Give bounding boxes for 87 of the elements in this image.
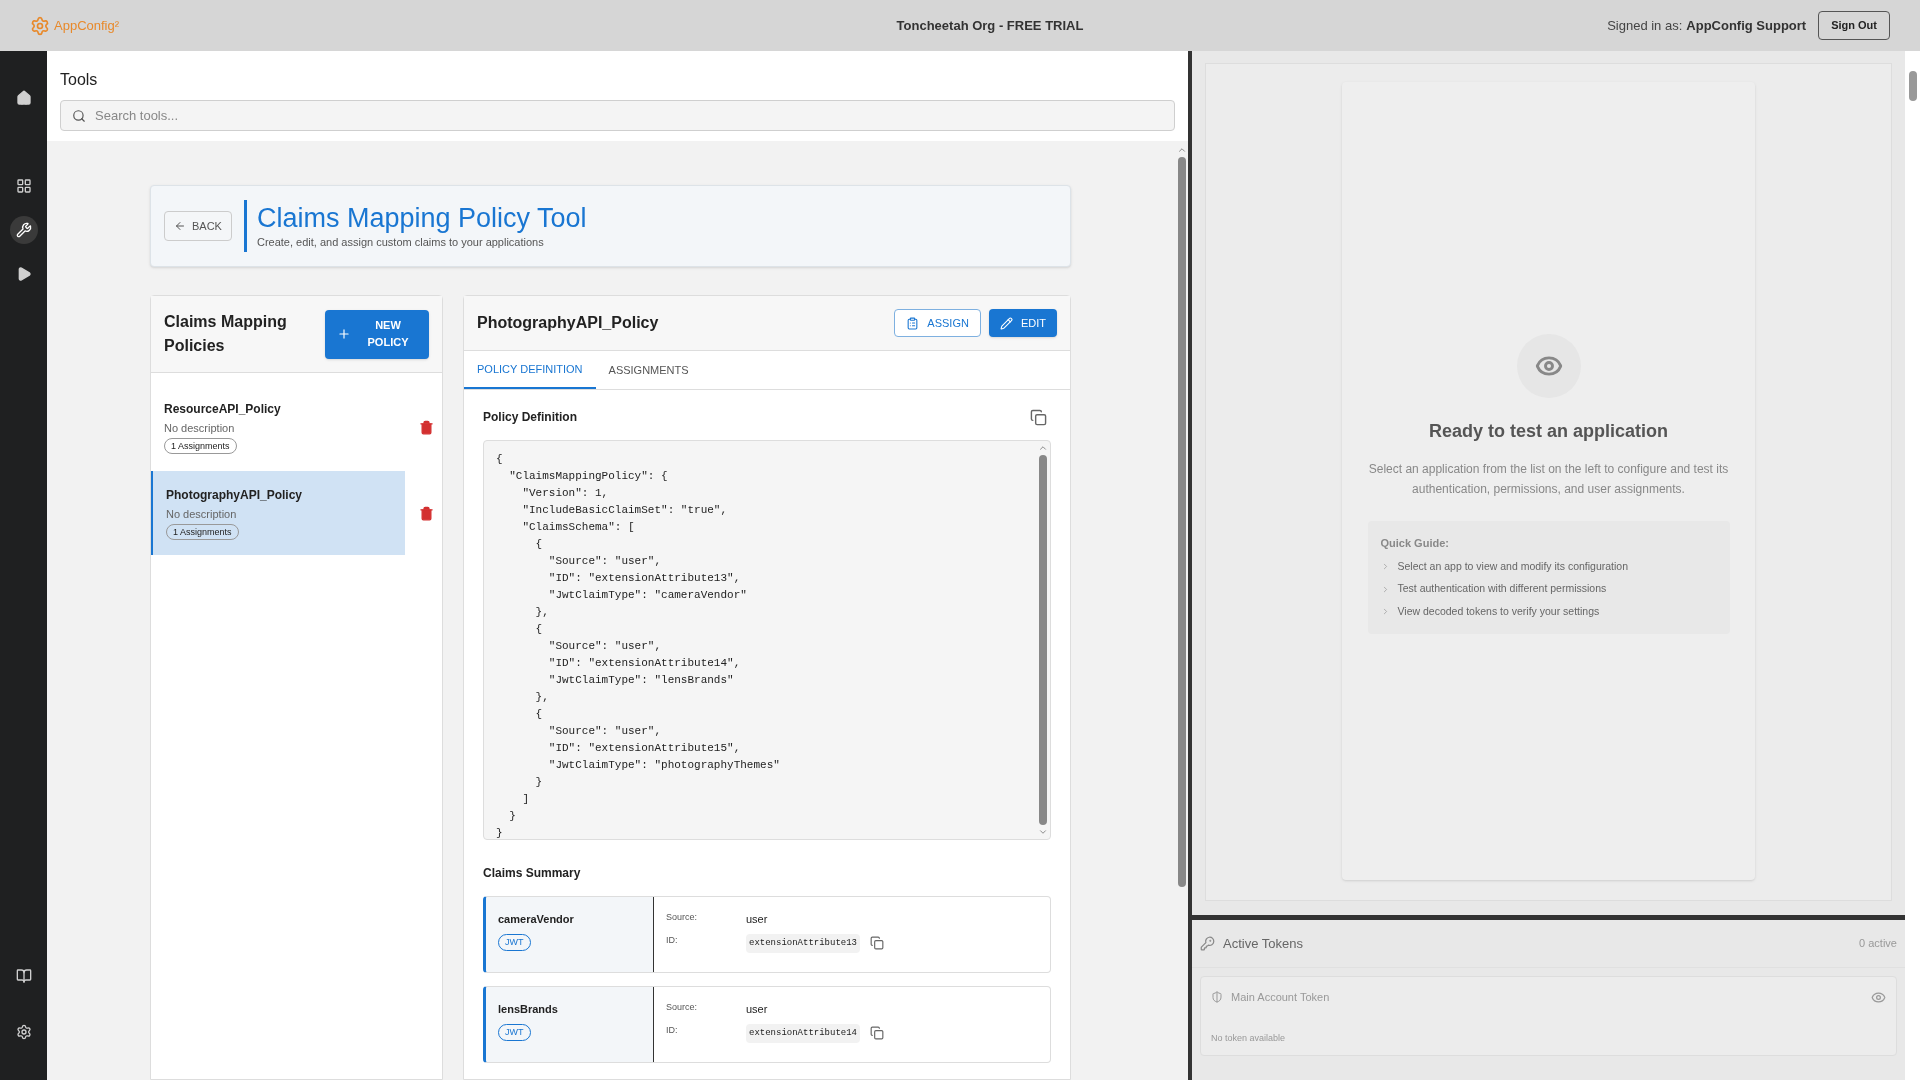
back-button[interactable]: BACK [164,210,232,242]
guide-item: Test authentication with different permissions [1397,581,1607,597]
tools-icon [15,222,32,238]
search-icon [72,109,86,123]
code-line: "Version": 1, [521,486,609,501]
tool-subtitle: Create, edit, and assign custom claims to your applications [256,234,545,250]
tool-title: Claims Mapping Policy Tool [256,201,587,234]
code-line: { [534,537,543,552]
source-label: Source: [666,911,699,924]
delete-icon[interactable] [419,419,434,435]
signed-in-user: AppConfig Support [1686,16,1807,35]
id-label: ID: [666,933,679,947]
settings-icon [15,1024,32,1040]
copy-icon[interactable] [1030,408,1047,426]
policy-title: PhotographyAPI_Policy [477,313,659,333]
page-title: Tools [60,70,99,90]
policy-description: No description [164,420,236,436]
id-value: extensionAttribute14 [746,1023,861,1043]
arrow-left-icon [174,220,186,232]
code-line: "ClaimsMappingPolicy": { [508,469,668,484]
policy-list-item[interactable]: ResourceAPI_Policy No description 1 Assignments [151,385,405,469]
section-title: Claims Summary [483,865,582,882]
new-policy-button[interactable]: NEW POLICY [325,309,429,359]
quick-guide-title: Quick Guide: [1380,536,1450,551]
code-line: } [496,826,503,839]
apps-icon [15,178,32,194]
id-value: extensionAttribute13 [746,933,861,953]
source-value: user [746,1002,769,1017]
code-line: }, [534,690,549,705]
code-line: "JwtClaimType": "photographyThemes" [547,758,780,773]
sign-out-button[interactable]: Sign Out [1818,11,1890,40]
code-line: }, [534,605,549,620]
code-line: } [508,809,516,824]
code-line: "JwtClaimType": "lensBrands" [547,673,734,688]
code-line: "IncludeBasicClaimSet": "true", [521,503,728,518]
code-line: "Source": "user", [547,554,662,569]
org-title: Toncheetah Org - FREE TRIAL [895,16,1085,35]
search-field[interactable]: Search tools... [60,100,1175,131]
tester-description: Select an application from the list on the left to configure and test its authentication, permissions, and user assignments. [1367,461,1730,498]
code-line: "ID": "extensionAttribute13", [547,571,741,586]
claim-name: lensBrands [498,1002,558,1017]
token-status: No token available [1211,1031,1287,1045]
shield-icon [1211,991,1223,1004]
source-label: Source: [666,1001,699,1014]
policy-list-item[interactable]: PhotographyAPI_Policy No description 1 Assignments [151,471,405,555]
policies-title: Claims Mapping Policies [164,312,288,356]
source-value: user [746,912,769,927]
token-name: Main Account Token [1231,990,1330,1005]
tools-nav-button[interactable] [9,216,38,244]
tab[interactable]: ASSIGNMENTS [595,351,702,389]
assign-button[interactable]: ASSIGN [894,309,981,337]
code-line: { [534,707,543,722]
signed-in-label: Signed in as: [1607,16,1683,35]
app-logo: AppConfig² [54,16,120,35]
tester-title: Ready to test an application [1428,420,1668,443]
copy-icon[interactable] [870,1026,885,1041]
section-title: Policy Definition [483,409,577,426]
code-line: "Source": "user", [547,724,662,739]
code-line: { [534,622,543,637]
code-line: "Source": "user", [547,639,662,654]
tab[interactable]: POLICY DEFINITION [464,351,596,389]
guide-item: View decoded tokens to verify your settings [1397,604,1600,619]
key-icon [1200,936,1215,951]
gear-logo-icon [30,15,50,36]
plus-icon [337,327,351,341]
delete-icon[interactable] [419,505,434,521]
id-label: ID: [666,1023,679,1037]
clipboard-icon [906,316,920,330]
policy-name: ResourceAPI_Policy [164,400,282,418]
policy-description: No description [166,506,238,522]
code-line: "JwtClaimType": "cameraVendor" [547,588,747,603]
copy-icon[interactable] [870,936,885,951]
active-count: 0 active [1859,936,1897,952]
code-line: } [534,775,543,790]
code-line: "ID": "extensionAttribute15", [547,741,741,756]
active-tokens-title: Active Tokens [1223,934,1303,953]
home-icon [15,90,32,106]
docs-icon [15,968,32,984]
code-line: "ID": "extensionAttribute14", [547,656,741,671]
edit-button[interactable]: EDIT [988,309,1057,337]
guide-item: Select an app to view and modify its configuration [1397,558,1629,574]
pencil-icon [999,316,1013,330]
claim-name: cameraVendor [498,912,574,927]
code-line: ] [521,792,529,807]
code-line: "ClaimsSchema": [ [521,520,635,535]
code-line: { [496,452,503,467]
policy-name: PhotographyAPI_Policy [166,486,304,504]
